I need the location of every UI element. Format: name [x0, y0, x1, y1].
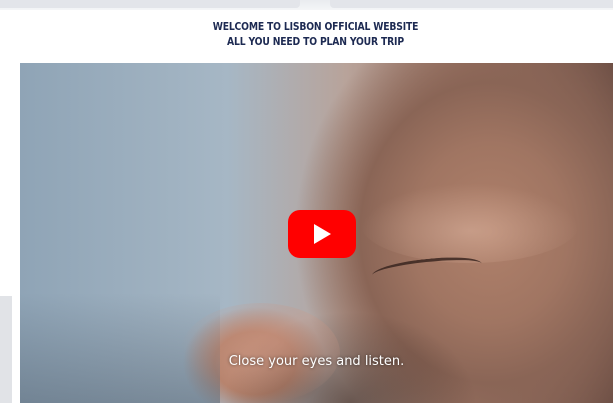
- heading-line-2: ALL YOU NEED TO PLAN YOUR TRIP: [227, 36, 404, 48]
- play-button[interactable]: [288, 210, 356, 258]
- play-icon: [314, 224, 331, 244]
- video-caption: Close your eyes and listen.: [228, 354, 405, 369]
- page-heading: WELCOME TO LISBON OFFICIAL WEBSITE ALL Y…: [54, 20, 578, 50]
- left-edge: [0, 296, 12, 403]
- heading-line-1: WELCOME TO LISBON OFFICIAL WEBSITE: [212, 21, 419, 33]
- page: WELCOME TO LISBON OFFICIAL WEBSITE ALL Y…: [0, 0, 613, 403]
- top-strip: [0, 0, 613, 10]
